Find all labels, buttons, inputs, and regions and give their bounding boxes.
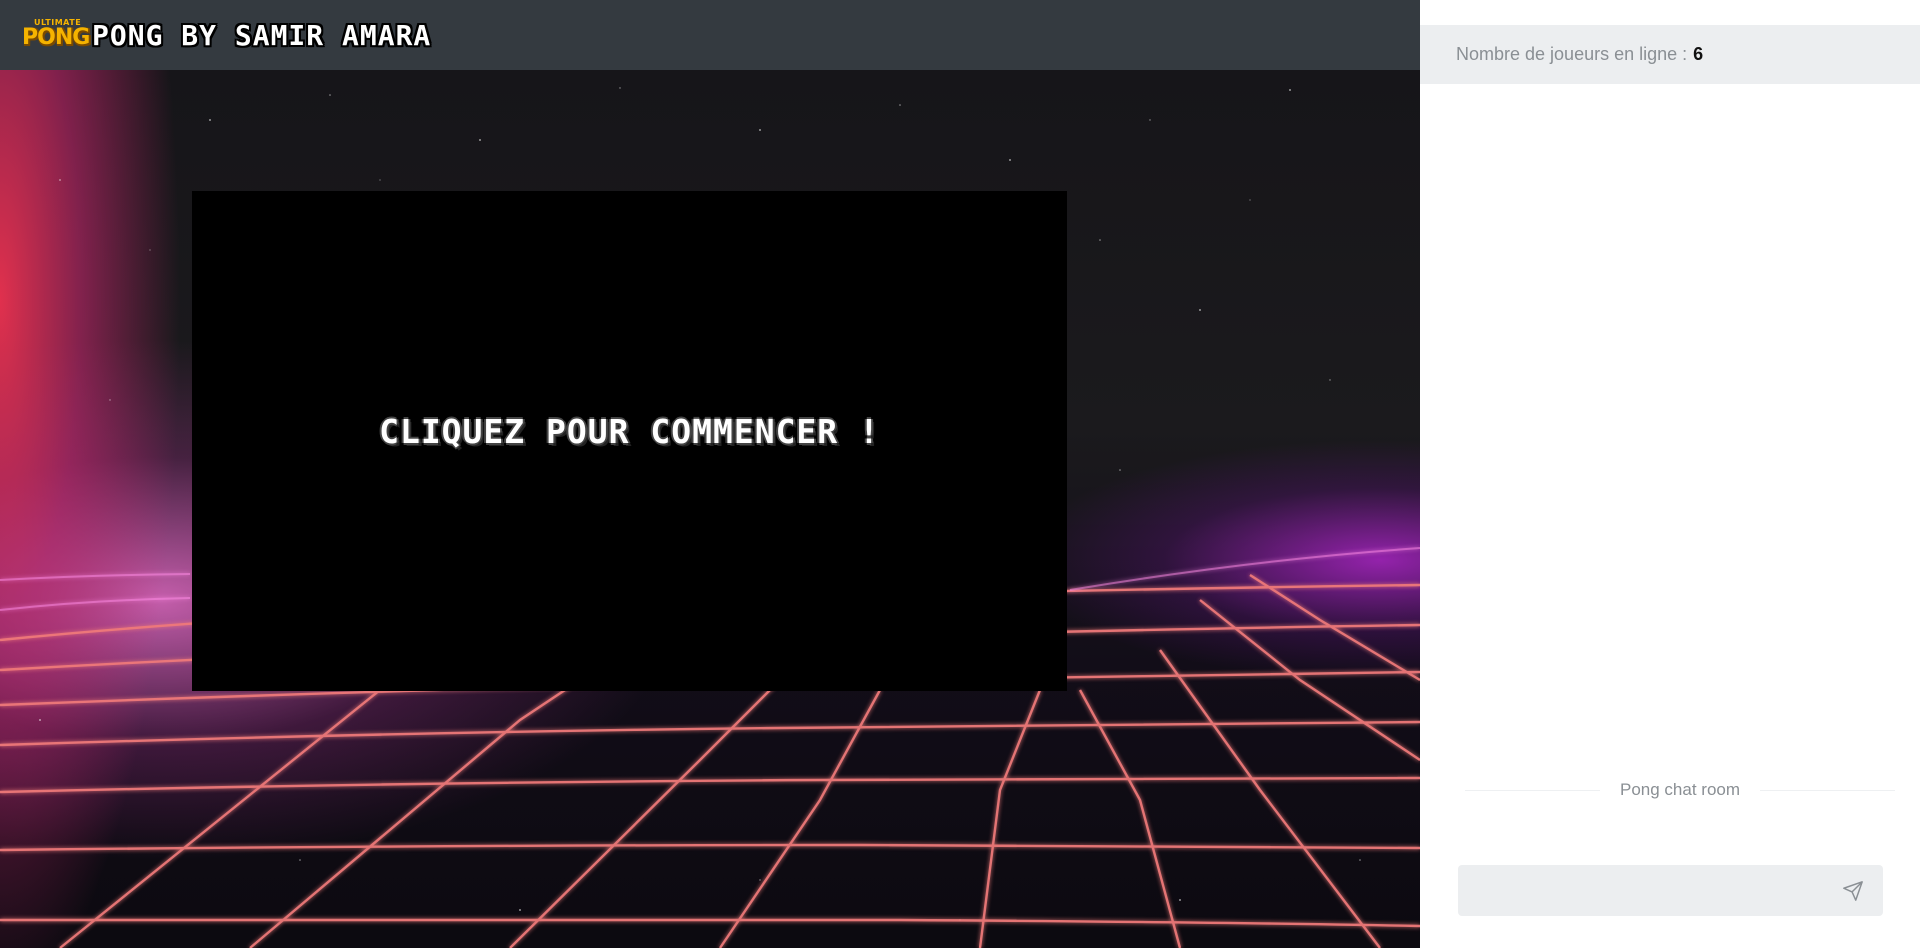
chat-panel: Nombre de joueurs en ligne : 6 Pong chat… xyxy=(1420,0,1920,948)
logo-main-text: PONG xyxy=(22,25,90,50)
online-players-bar: Nombre de joueurs en ligne : 6 xyxy=(1420,25,1920,84)
ultimate-pong-logo: ULTIMATE PONG xyxy=(22,17,90,53)
page-title: PONG BY SAMIR AMARA xyxy=(92,18,432,52)
online-players-count: 6 xyxy=(1693,44,1704,64)
chat-room-divider: Pong chat room xyxy=(1465,780,1895,800)
chat-messages-list[interactable] xyxy=(1420,84,1920,764)
start-prompt: CLIQUEZ POUR COMMENCER ! xyxy=(379,411,880,451)
send-icon xyxy=(1843,880,1863,901)
online-players-label: Nombre de joueurs en ligne : xyxy=(1456,44,1688,64)
chat-message-input[interactable] xyxy=(1458,865,1823,916)
send-button[interactable] xyxy=(1823,865,1883,916)
game-canvas[interactable]: CLIQUEZ POUR COMMENCER ! xyxy=(192,191,1067,691)
chat-room-label: Pong chat room xyxy=(1620,780,1741,799)
chat-composer xyxy=(1458,865,1883,916)
top-navbar: ULTIMATE PONG PONG BY SAMIR AMARA xyxy=(0,0,1420,70)
